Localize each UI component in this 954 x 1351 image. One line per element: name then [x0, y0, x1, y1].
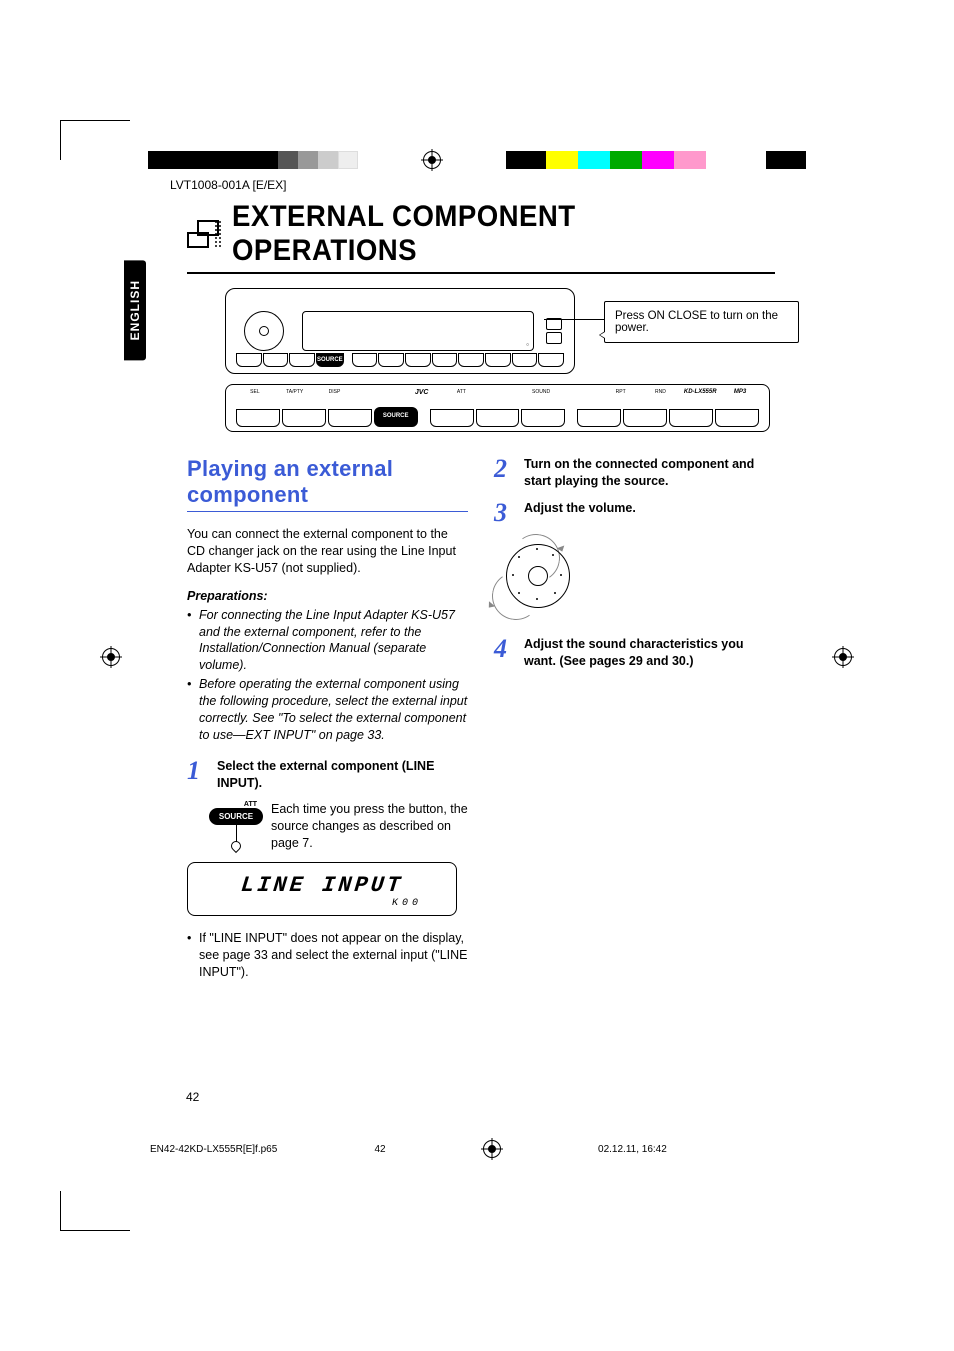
header-document-code: LVT1008-001A [E/EX]: [170, 178, 287, 192]
step-4-title: Adjust the sound characteristics you wan…: [524, 636, 775, 670]
step-1-title: Select the external component (LINE INPU…: [217, 758, 468, 792]
registration-mark-bottom: [483, 1140, 501, 1158]
step-1-illustration: ATT SOURCE Each time you press the butto…: [209, 801, 468, 852]
volume-dial-icon: [244, 311, 284, 351]
step-2: 2 Turn on the connected component and st…: [494, 456, 775, 490]
preparations-heading: Preparations:: [187, 589, 468, 603]
print-color-bar: [148, 150, 806, 170]
step-1-desc: Each time you press the button, the sour…: [271, 801, 468, 852]
eject-buttons-icon: [544, 318, 564, 344]
callout-text: Press ON CLOSE to turn on the power.: [615, 310, 778, 334]
footer-file: EN42-42KD-LX555R[E]f.p65: [150, 1144, 277, 1155]
prep-item-2: Before operating the external component …: [187, 676, 468, 744]
lcd-display-illustration: LINE INPUT K00: [187, 862, 457, 916]
left-column: Playing an external component You can co…: [145, 456, 468, 981]
source-button-bottom-icon: SOURCE: [374, 407, 418, 427]
device-diagram-top: ○ SOURCE Press ON CLOSE to turn on the p…: [225, 288, 575, 374]
step-number-2: 2: [494, 456, 514, 482]
language-tab: ENGLISH: [124, 260, 146, 360]
registration-mark-top: [423, 151, 441, 169]
source-button-icon: SOURCE: [316, 353, 344, 367]
footer: EN42-42KD-LX555R[E]f.p65 42 02.12.11, 16…: [150, 1140, 804, 1158]
crop-mark-bl: [60, 1191, 130, 1231]
registration-mark-right: [834, 648, 852, 666]
section-title: Playing an external component: [187, 456, 468, 512]
right-column: 2 Turn on the connected component and st…: [494, 456, 775, 981]
callout-line: [544, 319, 604, 320]
step-number-3: 3: [494, 500, 514, 526]
step-1: 1 Select the external component (LINE IN…: [187, 758, 468, 792]
step-3: 3 Adjust the volume.: [494, 500, 775, 526]
step-4: 4 Adjust the sound characteristics you w…: [494, 636, 775, 670]
line-input-note: If "LINE INPUT" does not appear on the d…: [187, 930, 468, 981]
volume-dial-illustration: [498, 536, 578, 616]
color-blocks: [506, 151, 806, 169]
crop-mark-tl: [60, 120, 130, 160]
step-3-title: Adjust the volume.: [524, 500, 775, 517]
footer-timestamp: 02.12.11, 16:42: [598, 1144, 667, 1155]
source-press-icon: ATT SOURCE: [209, 801, 263, 851]
prep-item-1: For connecting the Line Input Adapter KS…: [187, 607, 468, 675]
step-number-4: 4: [494, 636, 514, 662]
footer-page: 42: [375, 1144, 386, 1155]
lcd-line-2: K00: [202, 898, 442, 909]
external-component-icon: [187, 220, 222, 248]
button-row-top: SOURCE: [236, 351, 564, 369]
step-number-1: 1: [187, 758, 207, 784]
step-2-title: Turn on the connected component and star…: [524, 456, 775, 490]
lcd-line-1: LINE INPUT: [201, 873, 444, 898]
preparations-list: For connecting the Line Input Adapter KS…: [187, 607, 468, 744]
grayscale-blocks: [148, 151, 358, 169]
device-diagram-bottom: SEL TA/PTY DISP JVC ATT SOUND RPT RND KD…: [225, 384, 770, 432]
callout-box: Press ON CLOSE to turn on the power.: [604, 301, 799, 343]
page-number: 42: [186, 1090, 199, 1104]
lcd-small-icon: ○: [302, 311, 534, 351]
main-title-row: EXTERNAL COMPONENT OPERATIONS: [187, 200, 775, 274]
page-content: EXTERNAL COMPONENT OPERATIONS ○ SOURCE P…: [145, 200, 775, 981]
intro-paragraph: You can connect the external component t…: [187, 526, 468, 577]
registration-mark-left: [102, 648, 120, 666]
main-title: EXTERNAL COMPONENT OPERATIONS: [232, 200, 731, 268]
